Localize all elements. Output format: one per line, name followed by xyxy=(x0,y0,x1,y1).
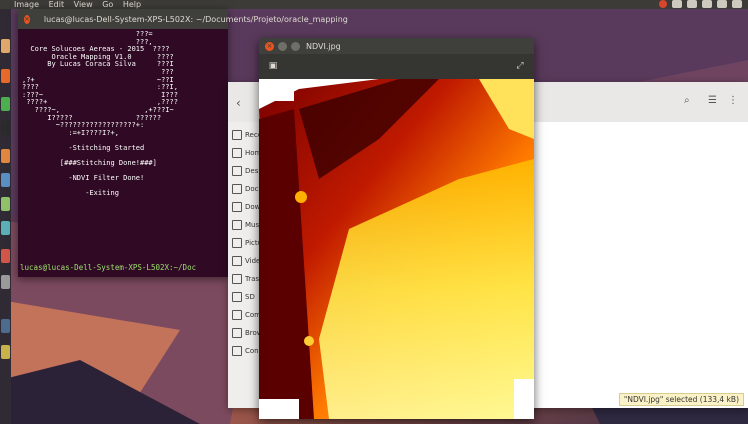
list-view-icon[interactable]: ☰ xyxy=(708,95,717,106)
close-button[interactable]: × xyxy=(24,14,30,24)
sidebar-item-documents[interactable]: Documents xyxy=(232,182,262,196)
terminal-output-text: ???= ???, Core Solucoes Aereas - 2015 ??… xyxy=(22,30,178,198)
maximize-button[interactable] xyxy=(291,41,300,51)
menu-icon[interactable]: ⋮ xyxy=(728,95,738,106)
usb-icon[interactable] xyxy=(1,275,10,289)
trash-icon[interactable] xyxy=(1,345,10,359)
document-icon xyxy=(232,184,242,194)
status-bar: "NDVI.jpg" selected (133,4 kB) xyxy=(618,393,744,406)
files-icon[interactable] xyxy=(1,39,10,53)
network-icon[interactable] xyxy=(687,0,697,8)
menu-image[interactable]: Image xyxy=(14,0,39,9)
gallery-icon[interactable]: ▣ xyxy=(268,61,278,71)
close-button[interactable]: × xyxy=(265,41,274,51)
clock-icon xyxy=(232,130,242,140)
terminal-output: ???= ???, Core Solucoes Aereas - 2015 ??… xyxy=(18,29,228,277)
terminal-window[interactable]: × lucas@lucas-Dell-System-XPS-L502X: ~/D… xyxy=(18,9,348,277)
chrome-icon[interactable] xyxy=(1,97,10,111)
search-icon[interactable]: ⌕ xyxy=(684,95,690,106)
plug-icon xyxy=(232,346,242,356)
wifi-icon[interactable] xyxy=(672,0,682,8)
sidebar-item-connect[interactable]: Connect xyxy=(232,344,262,358)
download-icon xyxy=(232,202,242,212)
camera-icon xyxy=(232,238,242,248)
viewer-toolbar: ▣ ⤢ xyxy=(259,54,534,79)
minimize-button[interactable] xyxy=(278,41,287,51)
fullscreen-icon[interactable]: ⤢ xyxy=(515,61,525,71)
viewer-title: NDVI.jpg xyxy=(306,41,341,51)
settings-icon[interactable] xyxy=(1,173,10,187)
menu-go[interactable]: Go xyxy=(102,0,113,9)
software-center-icon[interactable] xyxy=(1,149,10,163)
terminal-titlebar[interactable]: × lucas@lucas-Dell-System-XPS-L502X: ~/D… xyxy=(18,9,348,29)
video-icon xyxy=(232,256,242,266)
music-icon xyxy=(232,220,242,230)
drive-icon xyxy=(232,292,242,302)
sidebar-item-videos[interactable]: Videos xyxy=(232,254,262,268)
viewer-titlebar[interactable]: × NDVI.jpg xyxy=(259,38,534,54)
sidebar-item-computer[interactable]: Computer xyxy=(232,308,262,322)
menu-edit[interactable]: Edit xyxy=(49,0,65,9)
sound-icon[interactable] xyxy=(717,0,727,8)
sidebar-item-sd[interactable]: SD xyxy=(232,290,262,304)
sidebar-item-music[interactable]: Music xyxy=(232,218,262,232)
image-viewer-icon[interactable] xyxy=(1,249,10,263)
menu-view[interactable]: View xyxy=(74,0,93,9)
sidebar-item-desktop[interactable]: Desktop xyxy=(232,164,262,178)
sidebar-item-browse[interactable]: Browse xyxy=(232,326,262,340)
menu-help[interactable]: Help xyxy=(123,0,141,9)
sidebar-item-downloads[interactable]: Downloads xyxy=(232,200,262,214)
battery-icon[interactable] xyxy=(702,0,712,8)
terminal-icon[interactable] xyxy=(1,121,10,135)
launcher-bar xyxy=(0,9,11,424)
sidebar-item-recent[interactable]: Recent xyxy=(232,128,262,142)
sidebar-item-trash[interactable]: Trash xyxy=(232,272,262,286)
top-menu-bar: Image Edit View Go Help xyxy=(0,0,748,9)
text-editor-icon[interactable] xyxy=(1,197,10,211)
computer-icon xyxy=(232,310,242,320)
chrome-icon[interactable] xyxy=(659,0,667,8)
sidebar-item-home[interactable]: Home xyxy=(232,146,262,160)
file-manager-sidebar: Recent Home Desktop Documents Downloads Music… xyxy=(228,122,263,408)
image-viewer-window[interactable]: × NDVI.jpg ▣ ⤢ xyxy=(259,38,534,419)
back-icon[interactable]: ‹ xyxy=(236,96,241,110)
terminal-prompt[interactable]: lucas@lucas-Dell-System-XPS-L502X:~/Doc xyxy=(20,263,196,272)
system-icon[interactable] xyxy=(1,319,10,333)
terminal-title: lucas@lucas-Dell-System-XPS-L502X: ~/Doc… xyxy=(43,14,348,24)
firefox-icon[interactable] xyxy=(1,69,10,83)
calculator-icon[interactable] xyxy=(1,221,10,235)
sidebar-item-label: SD xyxy=(245,293,255,301)
ndvi-image xyxy=(259,79,534,419)
network-icon xyxy=(232,328,242,338)
trash-icon xyxy=(232,274,242,284)
desktop-icon xyxy=(232,166,242,176)
sidebar-item-pictures[interactable]: Pictures xyxy=(232,236,262,250)
power-icon[interactable] xyxy=(732,0,742,8)
home-icon xyxy=(232,148,242,158)
